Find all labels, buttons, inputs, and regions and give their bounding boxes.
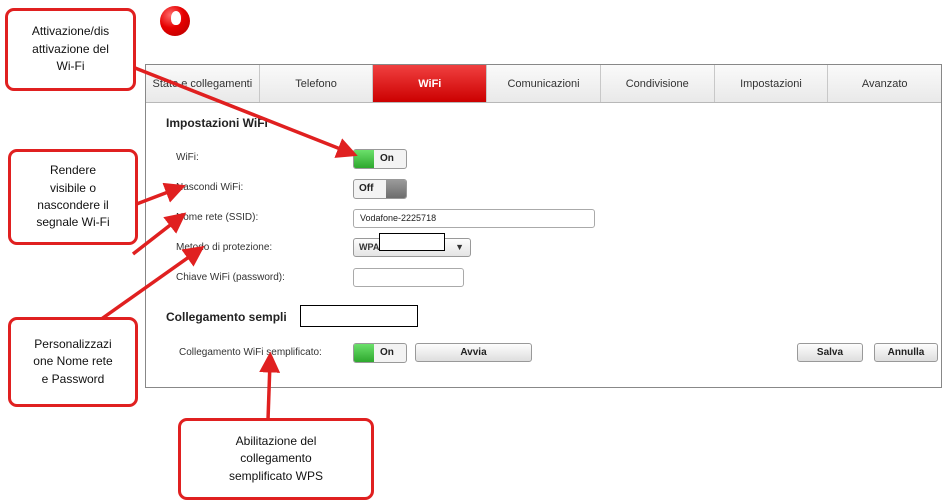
redaction-box xyxy=(379,233,445,251)
callout-line: Attivazione/dis xyxy=(31,24,110,39)
callout-line: semplificato WPS xyxy=(228,468,324,483)
wifi-toggle-text: On xyxy=(380,153,394,164)
callout-line: collegamento xyxy=(240,451,312,466)
password-input[interactable] xyxy=(353,268,464,287)
tab-telefono[interactable]: Telefono xyxy=(260,65,374,102)
callout-line: one Nome rete xyxy=(33,354,113,369)
security-label: Metodo di protezione: xyxy=(176,242,273,253)
callout-line: visibile o xyxy=(49,180,96,195)
callout-wifi-toggle: Attivazione/dis attivazione del Wi-Fi xyxy=(5,8,136,91)
tab-condivisione[interactable]: Condivisione xyxy=(601,65,715,102)
tab-impostazioni[interactable]: Impostazioni xyxy=(715,65,829,102)
vodafone-logo xyxy=(160,6,190,36)
wps-start-button[interactable]: Avvia xyxy=(415,343,532,362)
callout-line: Wi-Fi xyxy=(56,59,85,74)
toggle-knob xyxy=(386,180,406,198)
ssid-input[interactable] xyxy=(353,209,595,228)
wps-title: Collegamento sempli xyxy=(166,310,287,324)
wps-toggle-text: On xyxy=(380,347,394,358)
callout-line: attivazione del xyxy=(32,41,109,56)
password-label: Chiave WiFi (password): xyxy=(176,272,285,283)
tab-avanzato[interactable]: Avanzato xyxy=(828,65,941,102)
ssid-label: Nome rete (SSID): xyxy=(176,212,259,223)
redaction-box xyxy=(300,305,418,327)
callout-line: segnale Wi-Fi xyxy=(36,215,110,230)
tab-stato-collegamenti[interactable]: Stato e collegamenti xyxy=(146,65,260,102)
hide-wifi-toggle-text: Off xyxy=(359,183,374,194)
settings-panel: Stato e collegamenti Telefono WiFi Comun… xyxy=(145,64,942,388)
tab-wifi[interactable]: WiFi xyxy=(373,65,488,102)
callout-line: Abilitazione del xyxy=(235,433,317,448)
wifi-label: WiFi: xyxy=(176,152,199,163)
callout-line: Rendere xyxy=(49,163,96,178)
wps-label: Collegamento WiFi semplificato: xyxy=(179,347,322,358)
tab-bar: Stato e collegamenti Telefono WiFi Comun… xyxy=(146,65,941,103)
chevron-down-icon: ▼ xyxy=(455,242,464,252)
toggle-knob xyxy=(354,344,374,362)
wifi-settings-title: Impostazioni WiFi xyxy=(166,116,268,130)
toggle-knob xyxy=(354,150,374,168)
tab-comunicazioni[interactable]: Comunicazioni xyxy=(487,65,601,102)
cancel-button[interactable]: Annulla xyxy=(874,343,938,362)
hide-wifi-toggle[interactable]: Off xyxy=(353,179,407,199)
hide-wifi-label: Nascondi WiFi: xyxy=(176,182,244,193)
callout-customize: Personalizzazi one Nome rete e Password xyxy=(8,317,138,407)
callout-wps: Abilitazione del collegamento semplifica… xyxy=(178,418,374,500)
security-select-value: WPA xyxy=(359,242,380,252)
callout-line: Personalizzazi xyxy=(34,336,112,351)
save-button[interactable]: Salva xyxy=(797,343,863,362)
callout-line: e Password xyxy=(41,371,105,386)
callout-hide-wifi: Rendere visibile o nascondere il segnale… xyxy=(8,149,138,245)
wps-toggle[interactable]: On xyxy=(353,343,407,363)
wifi-toggle[interactable]: On xyxy=(353,149,407,169)
callout-line: nascondere il xyxy=(37,198,109,212)
